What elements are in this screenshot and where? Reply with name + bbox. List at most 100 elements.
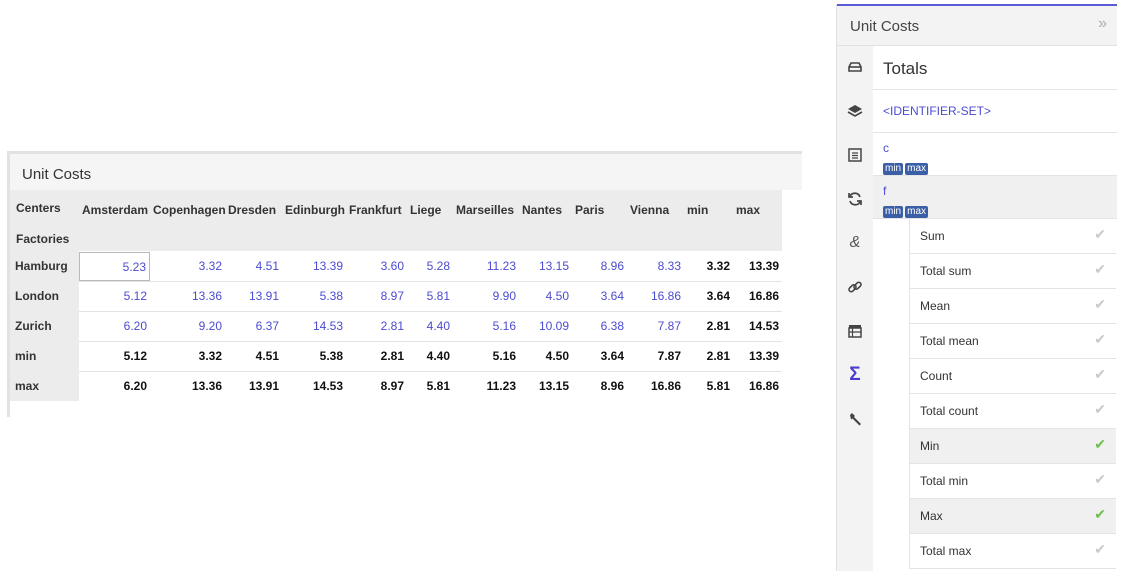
value-cell[interactable]: 4.50 [519,282,572,311]
column-header[interactable]: Edinburgh [282,203,345,217]
option-min[interactable]: Min ✔ [909,429,1116,464]
value-cell[interactable]: 6.20 [79,312,150,341]
value-cell[interactable]: 5.38 [282,282,346,311]
row-header[interactable]: max [10,371,79,401]
value-cell[interactable]: 7.87 [627,312,684,341]
value-cell[interactable]: 3.32 [150,252,225,281]
identifier-row-c[interactable]: c min max [873,133,1117,176]
properties-panel: Unit Costs » & Σ Totals <IDENTIFIER-SET> [836,4,1117,571]
option-sum[interactable]: Sum ✔ [909,219,1116,254]
row-header[interactable]: Zurich [10,311,79,341]
option-label: Count [920,369,953,383]
option-total-min[interactable]: Total min ✔ [909,464,1116,499]
value-cell[interactable]: 16.86 [627,282,684,311]
option-max[interactable]: Max ✔ [909,499,1116,534]
row-header[interactable]: Hamburg [10,251,79,281]
check-icon[interactable]: ✔ [1094,261,1106,278]
identifier-name: f [883,184,887,198]
totals-content: Totals <IDENTIFIER-SET> c min max f min ma… [873,46,1117,571]
aggregate-cell: 7.87 [657,349,681,363]
wrench-icon[interactable] [846,410,864,428]
value-cell[interactable]: 5.16 [453,312,519,341]
check-icon[interactable]: ✔ [1094,366,1106,383]
value-cell[interactable]: 13.39 [282,252,346,281]
aggregate-cell: 2.81 [706,319,730,333]
value-cell[interactable]: 10.09 [519,312,572,341]
option-total-mean[interactable]: Total mean ✔ [909,324,1116,359]
column-header[interactable]: Copenhagen [150,203,226,217]
column-header[interactable]: Amsterdam [79,203,148,217]
check-icon[interactable]: ✔ [1094,471,1106,488]
value-cell[interactable]: 3.60 [346,252,407,281]
value-cell[interactable]: 13.36 [150,282,225,311]
column-header[interactable]: Frankfurt [346,203,402,217]
aggregate-cell: 4.50 [545,349,569,363]
value-cell[interactable]: 8.33 [627,252,684,281]
row-header[interactable]: min [10,341,79,371]
double-chevron-right-icon[interactable]: » [1098,15,1107,33]
aggregate-cell: 14.53 [312,379,343,393]
column-header[interactable]: Nantes [519,203,562,217]
value-cell[interactable]: 5.81 [407,282,453,311]
check-icon[interactable]: ✔ [1094,331,1106,348]
value-cell[interactable]: 6.37 [225,312,282,341]
option-total-sum[interactable]: Total sum ✔ [909,254,1116,289]
option-label: Sum [920,229,945,243]
value-cell[interactable]: 3.64 [572,282,627,311]
value-cell[interactable]: 13.91 [225,282,282,311]
aggregate-cell: 3.64 [706,289,730,303]
option-mean[interactable]: Mean ✔ [909,289,1116,324]
aggregate-cell: 16.86 [748,379,779,393]
value-cell[interactable]: 5.12 [79,282,150,311]
cube-icon[interactable] [846,58,864,76]
option-label: Min [920,439,940,453]
aggregate-cell: 5.81 [426,379,450,393]
option-total-count[interactable]: Total count ✔ [909,394,1116,429]
row-header[interactable]: London [10,281,79,311]
panel-title: Unit Costs [850,18,920,35]
value-cell[interactable]: 11.23 [453,252,519,281]
option-count[interactable]: Count ✔ [909,359,1116,394]
refresh-icon[interactable] [846,190,864,208]
value-cell[interactable]: 2.81 [346,312,407,341]
column-header[interactable]: Paris [572,203,604,217]
check-icon[interactable]: ✔ [1094,541,1106,558]
column-header[interactable]: Vienna [627,203,669,217]
layers-icon[interactable] [846,102,864,120]
option-label: Total min [920,474,969,488]
ampersand-icon[interactable]: & [846,234,864,252]
value-cell[interactable]: 5.23 [79,252,150,281]
sigma-icon[interactable]: Σ [846,365,864,384]
value-cell[interactable]: 4.51 [225,252,282,281]
identifier-set-label[interactable]: <IDENTIFIER-SET> [873,90,1117,133]
aggregate-cell: 3.32 [198,349,222,363]
option-label: Total sum [920,264,972,278]
option-total-max[interactable]: Total max ✔ [909,534,1116,569]
identifier-row-f[interactable]: f min max [873,176,1117,219]
column-header[interactable]: min [684,203,708,217]
value-cell[interactable]: 4.40 [407,312,453,341]
check-icon[interactable]: ✔ [1094,226,1106,243]
column-header[interactable]: Dresden [225,203,276,217]
aggregate-cell: 13.15 [538,379,569,393]
value-cell[interactable]: 8.96 [572,252,627,281]
check-icon[interactable]: ✔ [1094,296,1106,313]
table-icon[interactable] [846,322,864,340]
value-cell[interactable]: 6.38 [572,312,627,341]
aggregate-cell: 16.86 [748,289,779,303]
option-label: Total count [920,404,979,418]
value-cell[interactable]: 14.53 [282,312,346,341]
value-cell[interactable]: 9.20 [150,312,225,341]
value-cell[interactable]: 9.90 [453,282,519,311]
column-header[interactable]: Marseilles [453,203,514,217]
check-icon[interactable]: ✔ [1094,401,1106,418]
value-cell[interactable]: 5.28 [407,252,453,281]
link-icon[interactable] [846,278,864,296]
list-icon[interactable] [846,146,864,164]
value-cell[interactable]: 8.97 [346,282,407,311]
check-icon[interactable]: ✔ [1094,436,1106,453]
column-header[interactable]: max [733,203,760,217]
column-header[interactable]: Liege [407,203,441,217]
value-cell[interactable]: 13.15 [519,252,572,281]
check-icon[interactable]: ✔ [1094,506,1106,523]
